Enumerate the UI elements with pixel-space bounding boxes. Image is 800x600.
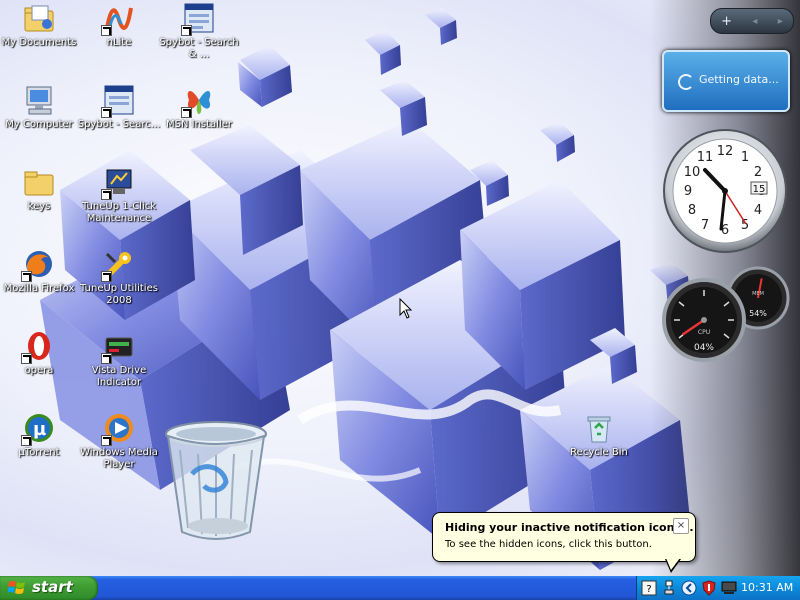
icon-label: TuneUp 1-Click Maintenance <box>81 201 157 224</box>
gadget-toolbar: + ◂ ▸ <box>710 8 794 34</box>
firefox-icon <box>21 248 55 282</box>
cpu-meter-gadget[interactable]: MEM 54% CPU 04% <box>660 266 790 366</box>
recycle-bin-icon <box>583 412 615 444</box>
start-label: start <box>32 578 73 596</box>
clock-numeral: 9 <box>684 184 692 199</box>
clock-numeral: 12 <box>717 144 734 159</box>
clock-numeral: 11 <box>697 150 714 165</box>
tuneup-tools-icon <box>101 248 135 282</box>
icon-label: Windows Media Player <box>80 447 158 470</box>
notification-balloon[interactable]: Hiding your inactive notification icons.… <box>432 512 696 573</box>
icon-label: µTorrent <box>18 447 60 458</box>
desktop-icon-keys[interactable]: keys <box>0 166 81 213</box>
memory-gauge-label: MEM <box>752 291 764 297</box>
next-page-button[interactable]: ▸ <box>778 16 783 27</box>
opera-icon <box>21 330 55 364</box>
balloon-close-button[interactable]: × <box>673 518 689 534</box>
system-tray: ? 10:31 AM <box>636 576 800 600</box>
desktop-icon-opera[interactable]: opera <box>0 330 81 377</box>
network-icon[interactable] <box>661 580 677 596</box>
icon-label: Mozilla Firefox <box>3 283 75 294</box>
start-button[interactable]: start <box>0 576 98 600</box>
clock-numeral: 10 <box>684 165 701 180</box>
memory-value: 54% <box>749 309 767 318</box>
mouse-cursor-icon <box>399 298 413 319</box>
desktop-icon-tuneup-1click[interactable]: TuneUp 1-Click Maintenance <box>77 166 161 225</box>
display-monitor-icon[interactable] <box>721 580 737 596</box>
clock-gadget[interactable]: 12 1 2 3 4 5 6 7 8 9 10 11 15 <box>662 128 788 254</box>
spybot-icon <box>181 2 215 36</box>
desktop-icon-my-computer[interactable]: My Computer <box>0 84 81 131</box>
feed-headlines-gadget[interactable]: Getting data... <box>662 50 790 112</box>
icon-label: keys <box>27 201 51 212</box>
add-gadget-button[interactable]: + <box>721 14 732 29</box>
media-player-icon <box>101 412 135 446</box>
desktop-icon-wmp[interactable]: Windows Media Player <box>77 412 161 471</box>
utorrent-icon: µ <box>21 412 55 446</box>
icon-label: Spybot - Searc... <box>77 119 161 130</box>
desktop-icon-spybot[interactable]: Spybot - Search & ... <box>157 2 241 61</box>
desktop-icon-my-documents[interactable]: My Documents <box>0 2 81 49</box>
cpu-value: 04% <box>694 343 714 353</box>
spybot-icon <box>101 84 135 118</box>
clock-numeral: 7 <box>701 218 709 233</box>
folder-icon <box>23 166 55 198</box>
clock-numeral: 8 <box>688 203 696 218</box>
clock-numeral: 5 <box>741 218 749 233</box>
msn-butterfly-icon <box>181 84 215 118</box>
help-icon[interactable]: ? <box>641 580 657 596</box>
svg-text:?: ? <box>646 584 651 595</box>
balloon-title: Hiding your inactive notification icons.… <box>445 521 694 534</box>
icon-label: Vista Drive Indicator <box>91 365 147 388</box>
icon-label: nLite <box>106 37 132 48</box>
clock-pin <box>722 188 728 194</box>
cpu-gauge-label: CPU <box>698 329 710 336</box>
icon-label: TuneUp Utilities 2008 <box>80 283 158 306</box>
desktop-icon-spybot-2[interactable]: Spybot - Searc... <box>77 84 161 131</box>
desktop-icon-recycle-bin[interactable]: Recycle Bin <box>557 412 641 459</box>
svg-text:µ: µ <box>33 419 46 440</box>
balloon-body: To see the hidden icons, click this butt… <box>445 539 652 550</box>
desktop[interactable]: My Documents nLite Spybot - Search & ...… <box>0 0 800 576</box>
windows-logo-icon <box>8 581 25 594</box>
desktop-icon-firefox[interactable]: Mozilla Firefox <box>0 248 81 295</box>
clock-numeral: 2 <box>754 165 762 180</box>
desktop-icon-vista-drive[interactable]: Vista Drive Indicator <box>77 330 161 389</box>
desktop-icon-utorrent[interactable]: µ µTorrent <box>0 412 81 459</box>
icon-label: opera <box>24 365 54 376</box>
show-hidden-icons-button[interactable] <box>681 580 697 596</box>
icon-label: Recycle Bin <box>570 447 628 458</box>
icon-label: My Documents <box>1 37 77 48</box>
clock-numeral: 1 <box>741 150 749 165</box>
icon-label: MSN Installer <box>165 119 232 130</box>
recycle-bin-gadget-icon[interactable] <box>164 420 268 546</box>
feed-status-text: Getting data... <box>699 73 779 86</box>
icon-label: My Computer <box>5 119 73 130</box>
loading-spinner-icon <box>678 74 694 90</box>
folder-docs-icon <box>23 2 55 34</box>
nlite-icon <box>101 2 135 36</box>
desktop-icon-msn-installer[interactable]: MSN Installer <box>157 84 241 131</box>
desktop-icon-nlite[interactable]: nLite <box>77 2 161 49</box>
clock-date: 15 <box>753 184 766 195</box>
drive-indicator-icon <box>101 330 135 364</box>
icon-label: Spybot - Search & ... <box>159 37 239 60</box>
prev-page-button[interactable]: ◂ <box>752 16 757 27</box>
computer-icon <box>23 84 55 116</box>
desktop-icon-tuneup-utilities[interactable]: TuneUp Utilities 2008 <box>77 248 161 307</box>
taskbar-clock[interactable]: 10:31 AM <box>741 581 793 594</box>
security-shield-icon[interactable] <box>701 580 717 596</box>
taskbar: start ? 10:31 AM <box>0 576 800 600</box>
tuneup-monitor-icon <box>101 166 135 200</box>
clock-numeral: 4 <box>754 203 762 218</box>
